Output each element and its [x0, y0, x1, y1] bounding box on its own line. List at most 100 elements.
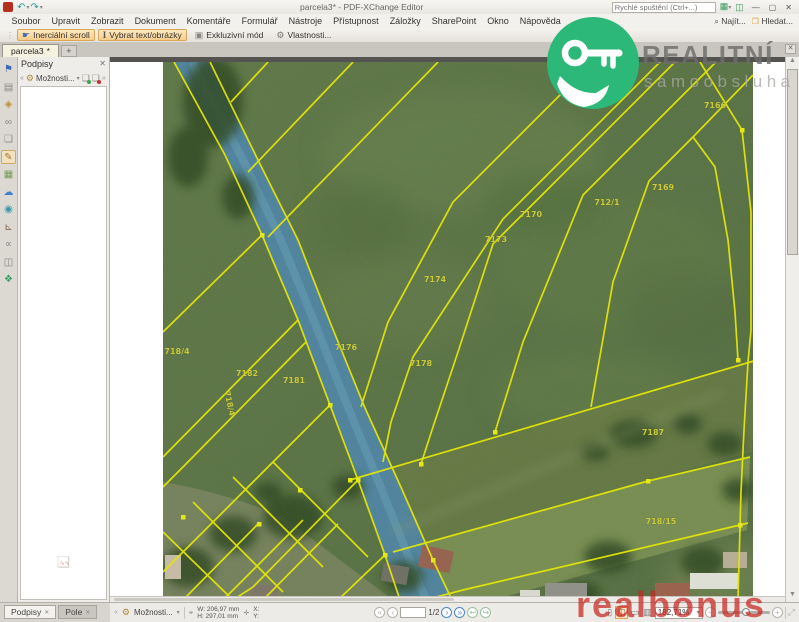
- inertial-scroll-icon: ☛: [22, 30, 30, 41]
- chevron-down-icon[interactable]: ▾: [77, 75, 80, 82]
- panel-tab-close-icon[interactable]: ✕: [44, 609, 49, 616]
- panel-overflow-right-icon[interactable]: »: [102, 75, 106, 82]
- pdf-xchange-editor-window: { "titlebar": { "title": "parcela3* - PD…: [0, 0, 799, 622]
- measure-icon[interactable]: ⊾: [1, 220, 16, 234]
- select-text-button[interactable]: IVybrat text/obrázky: [98, 29, 187, 41]
- next-view-button[interactable]: ↪: [480, 607, 491, 618]
- menu-formul-[interactable]: Formulář: [236, 16, 283, 26]
- chevron-down-icon[interactable]: ▾: [177, 609, 180, 616]
- find-icon: ⌕: [714, 17, 718, 26]
- toolbar-button-label: Exkluzivní mód: [206, 30, 263, 40]
- signatures-icon[interactable]: ✎: [1, 150, 16, 164]
- menu-z-lo-ky[interactable]: Záložky: [384, 16, 426, 26]
- page-navigation: « ‹ 1/2 › » ↩ ↪: [374, 607, 491, 618]
- split-icon[interactable]: ◫: [1, 255, 16, 269]
- menu-zobrazit[interactable]: Zobrazit: [86, 16, 130, 26]
- scroll-up-icon[interactable]: ▲: [786, 57, 799, 68]
- maximize-button[interactable]: ▢: [769, 3, 777, 12]
- attachments-icon[interactable]: ∞: [1, 115, 16, 129]
- layout-icon[interactable]: ◫: [735, 2, 744, 12]
- panel-options-button[interactable]: Možnosti...: [36, 74, 75, 83]
- find-button[interactable]: ⌕ Najít...: [714, 16, 745, 27]
- menu-p-stupnost[interactable]: Přístupnost: [328, 16, 385, 26]
- fullscreen-icon[interactable]: ⤢: [788, 607, 795, 618]
- clear-signatures-button[interactable]: ❏: [92, 73, 100, 84]
- toolbar-button-label: Inerciální scroll: [33, 30, 90, 40]
- aerial-parcel-map[interactable]: 71667169712/171707173717471767178718/471…: [163, 62, 753, 600]
- panel-title: Podpisy: [21, 59, 53, 69]
- panel-close-icon[interactable]: ✕: [99, 59, 106, 68]
- document-view[interactable]: 71667169712/171707173717471767178718/471…: [110, 57, 785, 602]
- left-icon-strip: ⚑ ▤ ◈ ∞ ❏ ✎ ▦ ☁ ◉ ⊾ ∝ ◫ ❖: [0, 57, 18, 602]
- previous-view-button[interactable]: ↩: [467, 607, 478, 618]
- exclusive-mode-button[interactable]: ▣Exkluzivní mód: [190, 29, 269, 41]
- gear-icon: ⚙: [26, 73, 34, 84]
- properties-icon: ⚙: [276, 30, 284, 41]
- panel-tab-podpisy[interactable]: Podpisy✕: [4, 605, 56, 619]
- content-icon[interactable]: ❏: [1, 132, 16, 146]
- select-text-icon: I: [103, 30, 107, 40]
- menu-bar: SouborUpravitZobrazitDokumentKomentářeFo…: [0, 14, 799, 28]
- prev-page-button[interactable]: ‹: [387, 607, 398, 618]
- inertial-scroll-button[interactable]: ☛Inerciální scroll: [17, 29, 95, 41]
- zoom-in-button[interactable]: +: [772, 607, 783, 618]
- menu-n-stroje[interactable]: Nástroje: [283, 16, 328, 26]
- window-title: parcela3* - PDF-XChange Editor: [300, 2, 423, 12]
- brand-wordmark: REALITNÍ: [642, 40, 774, 71]
- cursor-pos-icon: ✛: [243, 609, 249, 617]
- panel-tab-close-icon[interactable]: ✕: [85, 609, 90, 616]
- page-size-readout: W: 206,97 mm H: 297,01 mm: [197, 606, 239, 620]
- menu-upravit[interactable]: Upravit: [46, 16, 86, 26]
- cursor-position-readout: X: Y:: [253, 606, 259, 620]
- menu-sharepoint[interactable]: SharePoint: [426, 16, 482, 26]
- panel-tab-label: Podpisy: [11, 607, 41, 617]
- photo-grain: [163, 62, 753, 600]
- menu-soubor[interactable]: Soubor: [6, 16, 46, 26]
- destinations-icon[interactable]: ◈: [1, 97, 16, 111]
- close-button[interactable]: ✕: [785, 3, 792, 12]
- status-overflow-icon[interactable]: «: [114, 609, 118, 616]
- fields-icon[interactable]: ▦: [1, 167, 16, 181]
- properties-button[interactable]: ⚙Vlastnosti...: [271, 29, 336, 41]
- last-page-button[interactable]: »: [454, 607, 465, 618]
- close-tab-icon[interactable]: ✕: [785, 44, 796, 54]
- new-tab-button[interactable]: +: [61, 45, 77, 57]
- status-options-button[interactable]: Možnosti...: [134, 608, 173, 617]
- vertical-scrollbar[interactable]: ▲ ▼: [785, 57, 799, 602]
- search-folder-icon: ❒: [752, 17, 759, 26]
- title-bar: ↶▾ ↷▾ parcela3* - PDF-XChange Editor ▦▾ …: [0, 0, 799, 14]
- comments-icon[interactable]: ☁: [1, 185, 16, 199]
- thumbnails-icon[interactable]: ▤: [1, 80, 16, 94]
- app-logo-icon: [3, 2, 13, 12]
- undo-dropdown-icon[interactable]: ▾: [26, 4, 29, 11]
- links-icon[interactable]: ∝: [1, 237, 16, 251]
- panel-tab-pole[interactable]: Pole✕: [58, 605, 97, 619]
- validate-signatures-button[interactable]: ❏: [82, 73, 90, 84]
- empty-state-doc-icon: ❏∿∿: [57, 553, 70, 571]
- search-button[interactable]: ❒ Hledat...: [752, 16, 793, 26]
- menu-koment-e[interactable]: Komentáře: [181, 16, 236, 26]
- crosshair-icon: ⌖: [189, 608, 194, 618]
- menu-okno[interactable]: Okno: [482, 16, 515, 26]
- first-page-button[interactable]: «: [374, 607, 385, 618]
- vertical-scrollbar-thumb[interactable]: [787, 69, 798, 255]
- ui-options-icon[interactable]: ▦▾: [720, 1, 732, 13]
- gear-icon: ⚙: [122, 607, 130, 618]
- minimize-button[interactable]: —: [752, 3, 760, 12]
- quick-launch-input[interactable]: [612, 2, 716, 13]
- layers-icon[interactable]: ◉: [1, 202, 16, 216]
- panel-overflow-left-icon[interactable]: «: [20, 75, 24, 82]
- document-tab[interactable]: parcela3*: [2, 44, 59, 57]
- next-page-button[interactable]: ›: [441, 607, 452, 618]
- redo-dropdown-icon[interactable]: ▾: [40, 4, 43, 11]
- menu-dokument[interactable]: Dokument: [129, 16, 181, 26]
- redo-icon[interactable]: ↷: [30, 2, 38, 13]
- ocr-icon[interactable]: ❖: [1, 272, 16, 286]
- undo-icon[interactable]: ↶: [17, 2, 25, 13]
- bookmarks-icon[interactable]: ⚑: [1, 62, 16, 76]
- page-number-input[interactable]: [400, 607, 426, 618]
- exclusive-mode-icon: ▣: [195, 30, 204, 41]
- scroll-down-icon[interactable]: ▼: [786, 591, 799, 602]
- toolbar-grip[interactable]: ⋮: [6, 31, 14, 40]
- horizontal-scrollbar-thumb[interactable]: [114, 598, 454, 601]
